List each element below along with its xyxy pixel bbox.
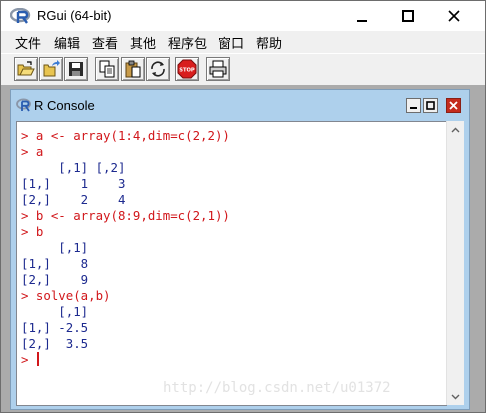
minimize-icon xyxy=(410,107,417,109)
console-output[interactable]: > a <- array(1:4,dim=c(2,2)) > a [,1] [,2… xyxy=(16,121,447,406)
window-title: RGui (64-bit) xyxy=(37,8,112,23)
copy-paste-button[interactable] xyxy=(146,57,170,81)
console-minimize-button[interactable] xyxy=(406,98,421,113)
menu-edit[interactable]: 编辑 xyxy=(54,33,80,52)
copy-button[interactable] xyxy=(95,57,119,81)
open-script-button[interactable] xyxy=(14,57,38,81)
watermark: http://blog.csdn.net/u01372 xyxy=(163,380,391,396)
stop-icon: STOP xyxy=(177,59,197,79)
console-input-line: > a <- array(1:4,dim=c(2,2)) xyxy=(21,128,230,143)
copy-paste-icon xyxy=(151,61,165,77)
menu-misc[interactable]: 其他 xyxy=(130,33,156,52)
stop-label: STOP xyxy=(179,68,195,74)
mdi-area: R Console > a <- array(1:4,dim=c(2,2)) > … xyxy=(1,85,485,412)
r-console-window: R Console > a <- array(1:4,dim=c(2,2)) > … xyxy=(10,89,470,410)
console-output-line: [,1] xyxy=(21,304,89,319)
console-output-line: [1,] -2.5 xyxy=(21,320,89,335)
menu-view[interactable]: 查看 xyxy=(92,33,118,52)
rgui-window: RGui (64-bit) 文件 编辑 查看 其他 程序包 窗口 帮助 STOP… xyxy=(0,0,486,413)
console-prompt: > xyxy=(21,352,36,367)
text-cursor xyxy=(36,352,39,366)
print-icon xyxy=(209,60,227,78)
stop-button[interactable]: STOP xyxy=(175,57,199,81)
r-logo-icon xyxy=(10,8,31,24)
print-button[interactable] xyxy=(206,57,230,81)
minimize-button[interactable] xyxy=(339,1,385,31)
menu-help[interactable]: 帮助 xyxy=(256,33,282,52)
r-logo-icon xyxy=(16,98,31,112)
maximize-button[interactable] xyxy=(385,1,431,31)
close-icon xyxy=(448,10,460,22)
console-input-line: > solve(a,b) xyxy=(21,288,111,303)
menu-bar: 文件 编辑 查看 其他 程序包 窗口 帮助 xyxy=(1,31,485,52)
chevron-down-icon xyxy=(451,394,460,399)
console-title: R Console xyxy=(34,98,95,113)
console-input-line: > a xyxy=(21,144,44,159)
close-icon xyxy=(449,101,458,110)
title-bar[interactable]: RGui (64-bit) xyxy=(1,1,485,31)
close-button[interactable] xyxy=(431,1,477,31)
menu-packages[interactable]: 程序包 xyxy=(168,33,207,52)
console-input-line: > b <- array(8:9,dim=c(2,1)) xyxy=(21,208,230,223)
chevron-up-icon xyxy=(451,127,460,132)
console-output-line: [,1] [,2] xyxy=(21,160,126,175)
console-close-button[interactable] xyxy=(446,98,461,113)
maximize-icon xyxy=(426,101,435,110)
minimize-icon xyxy=(357,20,367,22)
vertical-scrollbar[interactable] xyxy=(446,121,464,405)
console-output-line: [2,] 3.5 xyxy=(21,336,89,351)
console-output-line: [1,] 8 xyxy=(21,256,89,271)
console-output-line: [,1] xyxy=(21,240,89,255)
scroll-down-button[interactable] xyxy=(447,388,464,405)
console-maximize-button[interactable] xyxy=(423,98,438,113)
save-button[interactable] xyxy=(64,57,88,81)
menu-windows[interactable]: 窗口 xyxy=(218,33,244,52)
load-workspace-button[interactable] xyxy=(39,57,63,81)
console-prompt-line[interactable]: > xyxy=(21,352,230,368)
copy-icon xyxy=(99,60,115,78)
menu-file[interactable]: 文件 xyxy=(15,33,41,52)
console-output-line: [2,] 9 xyxy=(21,272,89,287)
save-icon xyxy=(69,62,83,76)
load-workspace-icon xyxy=(43,60,60,77)
console-input-line: > b xyxy=(21,224,44,239)
maximize-icon xyxy=(402,10,414,22)
console-lines: > a <- array(1:4,dim=c(2,2)) > a [,1] [,2… xyxy=(21,128,230,368)
scroll-up-button[interactable] xyxy=(447,121,464,138)
paste-button[interactable] xyxy=(121,57,145,81)
console-output-line: [1,] 1 3 xyxy=(21,176,126,191)
toolbar: STOP xyxy=(1,53,485,84)
console-output-line: [2,] 2 4 xyxy=(21,192,126,207)
open-folder-icon xyxy=(17,61,35,76)
paste-icon xyxy=(125,60,141,78)
